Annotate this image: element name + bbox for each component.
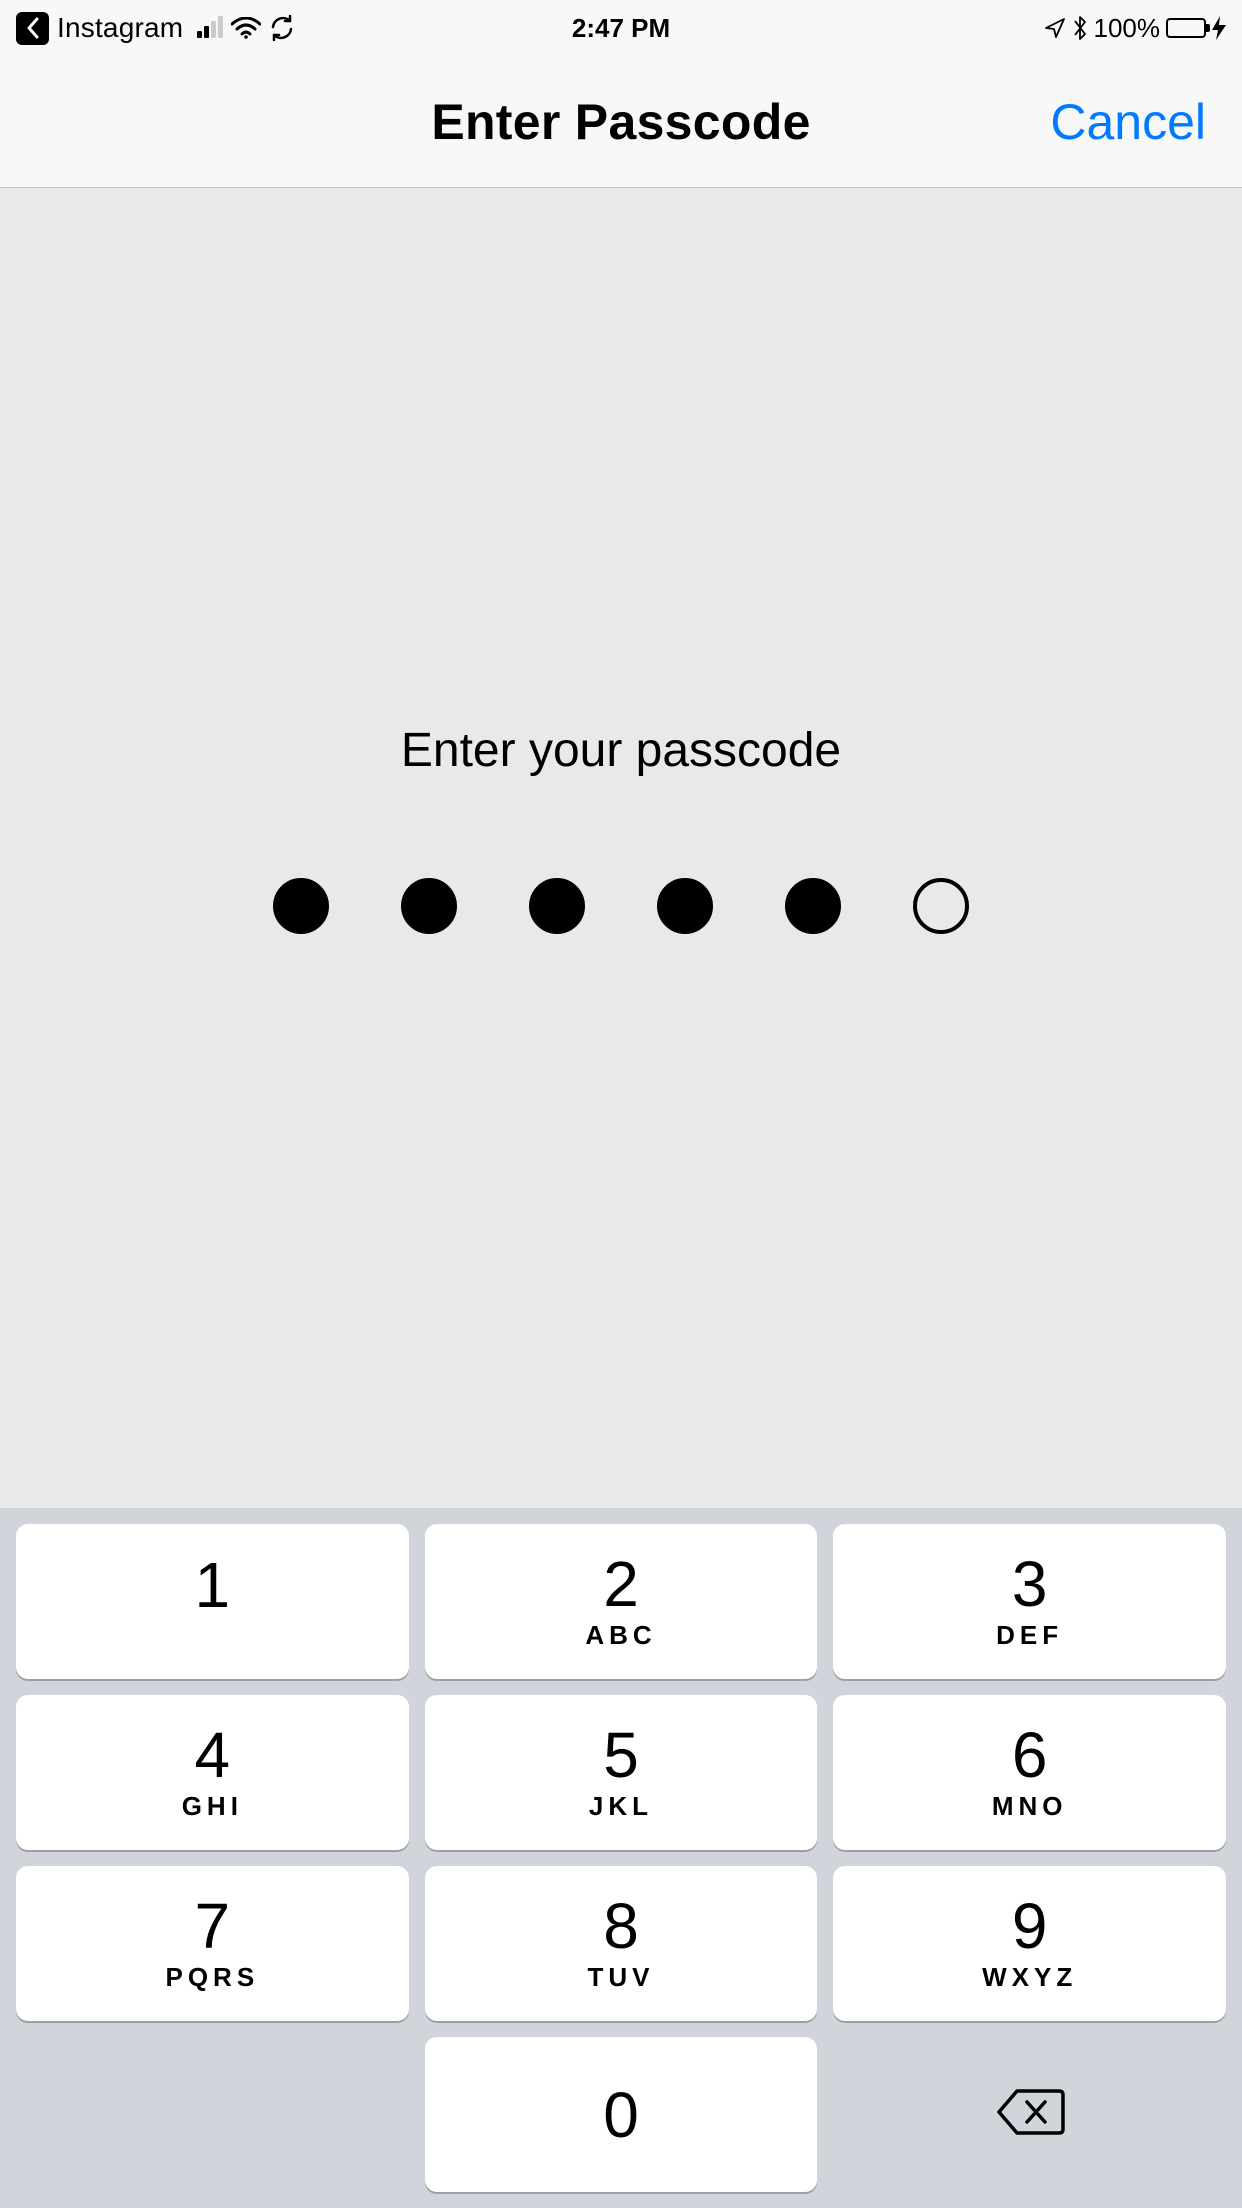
page-title: Enter Passcode (431, 93, 810, 151)
key-number: 2 (603, 1552, 639, 1616)
key-letters: DEF (996, 1620, 1063, 1651)
key-6[interactable]: 6 MNO (833, 1695, 1226, 1850)
key-letters: WXYZ (982, 1962, 1077, 1993)
passcode-prompt: Enter your passcode (401, 723, 841, 778)
charging-icon (1212, 16, 1226, 40)
key-3[interactable]: 3 DEF (833, 1524, 1226, 1679)
key-letters: PQRS (165, 1962, 259, 1993)
status-right: 100% (1044, 13, 1227, 44)
sync-icon (269, 15, 295, 41)
passcode-dot-2 (401, 878, 457, 934)
key-number: 8 (603, 1894, 639, 1958)
cancel-button[interactable]: Cancel (1050, 93, 1206, 151)
key-1[interactable]: 1 (16, 1524, 409, 1679)
bluetooth-icon (1072, 15, 1088, 41)
key-number: 9 (1012, 1894, 1048, 1958)
key-spacer (16, 2037, 409, 2192)
passcode-dot-1 (273, 878, 329, 934)
key-9[interactable]: 9 WXYZ (833, 1866, 1226, 2021)
passcode-content: Enter your passcode (0, 188, 1242, 1508)
status-time: 2:47 PM (572, 13, 670, 44)
passcode-dot-4 (657, 878, 713, 934)
numeric-keypad: 1 2 ABC 3 DEF 4 GHI 5 JKL 6 MNO 7 PQRS 8… (0, 1508, 1242, 2208)
key-number: 7 (195, 1894, 231, 1958)
backspace-icon (995, 2087, 1065, 2142)
battery-percent: 100% (1094, 13, 1161, 44)
key-number: 4 (195, 1723, 231, 1787)
key-letters: ABC (585, 1620, 656, 1651)
key-4[interactable]: 4 GHI (16, 1695, 409, 1850)
passcode-dots (273, 878, 969, 934)
location-icon (1044, 17, 1066, 39)
key-number: 3 (1012, 1552, 1048, 1616)
battery-icon (1166, 18, 1206, 38)
cellular-signal-icon (197, 18, 223, 38)
key-letters: GHI (182, 1791, 243, 1822)
passcode-dot-6 (913, 878, 969, 934)
key-letters: TUV (587, 1962, 654, 1993)
key-backspace[interactable] (833, 2037, 1226, 2192)
wifi-icon (231, 17, 261, 39)
nav-bar: Enter Passcode Cancel (0, 56, 1242, 188)
key-letters: MNO (992, 1791, 1068, 1822)
key-0[interactable]: 0 (425, 2037, 818, 2192)
key-number: 0 (603, 2083, 639, 2147)
back-to-app-label[interactable]: Instagram (57, 12, 183, 44)
key-2[interactable]: 2 ABC (425, 1524, 818, 1679)
key-7[interactable]: 7 PQRS (16, 1866, 409, 2021)
key-number: 1 (195, 1553, 231, 1617)
key-8[interactable]: 8 TUV (425, 1866, 818, 2021)
passcode-dot-3 (529, 878, 585, 934)
back-to-app-icon[interactable] (16, 12, 49, 45)
key-number: 5 (603, 1723, 639, 1787)
passcode-dot-5 (785, 878, 841, 934)
key-5[interactable]: 5 JKL (425, 1695, 818, 1850)
key-letters: JKL (589, 1791, 653, 1822)
status-left: Instagram (16, 12, 295, 45)
status-bar: Instagram 2:47 PM (0, 0, 1242, 56)
key-number: 6 (1012, 1723, 1048, 1787)
